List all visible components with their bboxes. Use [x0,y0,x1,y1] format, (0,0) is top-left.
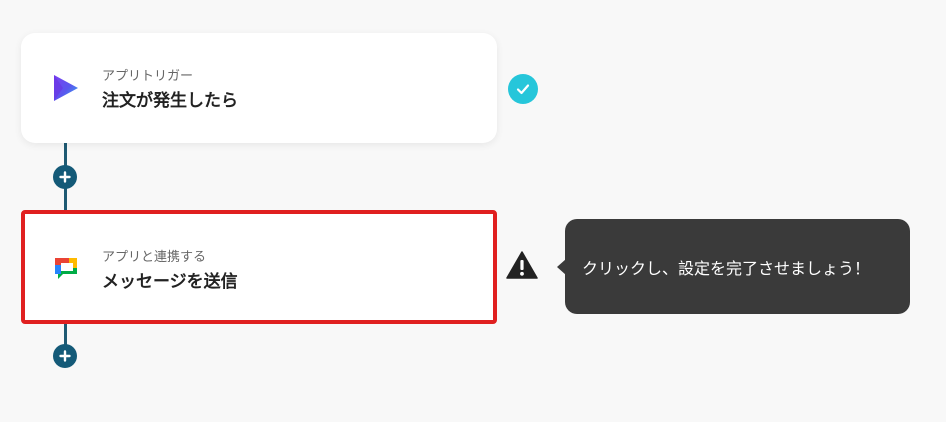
tooltip-text: クリックし、設定を完了させましょう！ [582,258,871,278]
action-subtitle: アプリと連携する [102,250,207,265]
action-step-card[interactable]: アプリと連携する メッセージを送信 [21,210,497,324]
plus-icon [59,350,71,362]
trigger-step-card[interactable]: アプリトリガー 注文が発生したら [21,33,497,143]
warning-icon [506,250,538,280]
connector-line-2 [64,324,67,346]
add-step-button-2[interactable] [53,344,77,368]
action-title: メッセージを送信 [102,272,238,292]
trigger-title: 注文が発生したら [102,91,238,111]
plus-icon [59,171,71,183]
google-chat-icon [51,254,81,284]
check-icon [508,74,538,104]
add-step-button-1[interactable] [53,165,77,189]
setup-tooltip: クリックし、設定を完了させましょう！ [557,219,910,314]
trigger-subtitle: アプリトリガー [102,69,194,84]
play-triangle-icon [51,73,81,103]
